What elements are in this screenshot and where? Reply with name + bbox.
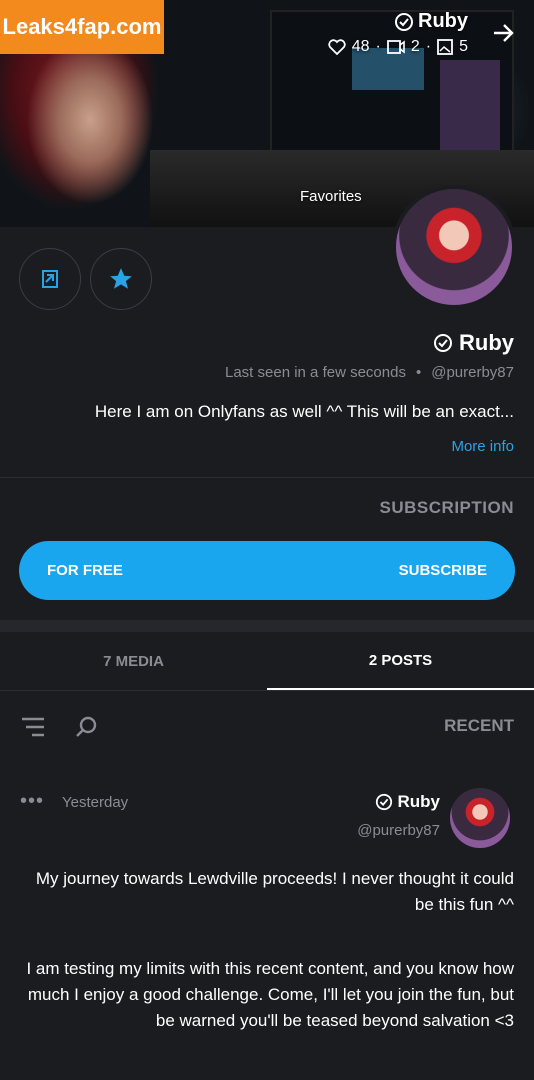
share-button[interactable] — [19, 248, 81, 310]
post-paragraph: My journey towards Lewdville proceeds! I… — [35, 869, 514, 914]
video-icon — [386, 40, 405, 54]
verified-icon — [434, 334, 452, 352]
heart-icon — [328, 39, 346, 55]
favorite-button[interactable] — [90, 248, 152, 310]
last-seen: Last seen in a few seconds — [225, 364, 406, 381]
tab-posts[interactable]: 2 POSTS — [267, 632, 534, 690]
post-handle: @purerby87 — [357, 822, 440, 839]
profile-name: Ruby — [433, 330, 514, 356]
filter-icon[interactable] — [20, 716, 46, 743]
post-time: Yesterday — [62, 794, 129, 811]
cover-stats: 48 · 2 · 5 — [328, 38, 468, 56]
cover-figure — [440, 60, 500, 150]
profile-avatar[interactable] — [392, 185, 516, 309]
favorites-label: Favorites — [300, 188, 362, 205]
search-icon[interactable] — [74, 714, 100, 745]
post-paragraph: I am testing my limits with this recent … — [26, 959, 514, 1030]
post-author[interactable]: Ruby — [375, 792, 440, 812]
cover-name: Ruby — [394, 10, 468, 33]
divider — [0, 477, 534, 478]
section-separator — [0, 620, 534, 632]
sort-label[interactable]: RECENT — [444, 716, 514, 736]
post-avatar[interactable] — [450, 788, 510, 848]
subscription-title: SUBSCRIPTION — [379, 498, 514, 517]
image-icon — [437, 39, 453, 55]
more-info-link[interactable]: More info — [451, 438, 514, 455]
star-icon — [110, 268, 132, 289]
share-icon — [42, 270, 58, 288]
verified-icon — [395, 12, 413, 31]
watermark-logo: Leaks4fap.com — [0, 0, 164, 54]
tab-media[interactable]: 7 MEDIA — [0, 632, 267, 690]
divider — [0, 690, 534, 691]
arrow-icon[interactable] — [490, 20, 516, 50]
more-icon[interactable]: ••• — [20, 790, 44, 813]
subscribe-button[interactable]: FOR FREE SUBSCRIBE — [19, 541, 515, 600]
verified-icon — [375, 793, 392, 811]
profile-bio: Here I am on Onlyfans as well ^^ This wi… — [94, 402, 514, 421]
profile-handle: @purerby87 — [431, 364, 514, 381]
profile-meta: Last seen in a few seconds • @purerby87 — [225, 364, 514, 381]
